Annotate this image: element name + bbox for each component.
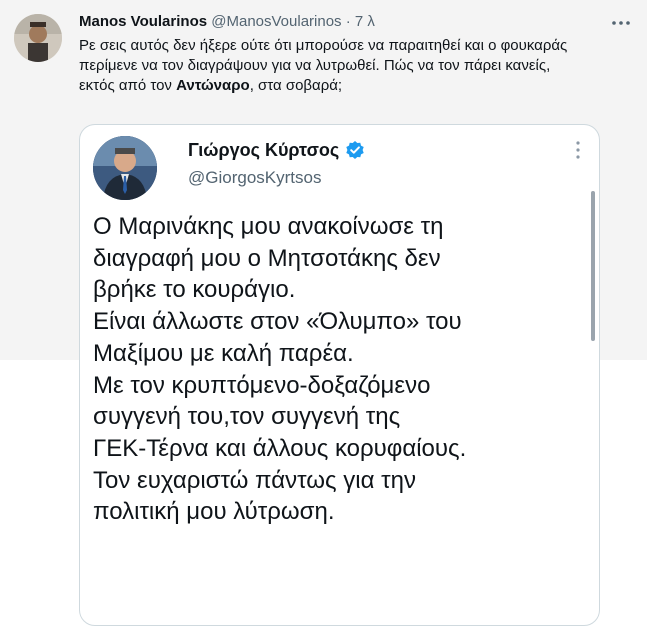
verified-badge-icon	[345, 140, 365, 160]
quoted-text-line: πολιτική μου λύτρωση.	[93, 498, 335, 526]
quoted-text-line: ΓΕΚ-Τέρνα και άλλους κορυφαίους.	[93, 434, 467, 462]
quoted-author-avatar[interactable]	[93, 136, 157, 200]
tweet[interactable]: Manos Voularinos @ManosVoularinos · 7 λ …	[0, 0, 647, 626]
quoted-author-name[interactable]: Γιώργος Κύρτσος	[188, 139, 339, 161]
ellipsis-horizontal-icon[interactable]	[611, 16, 631, 28]
quoted-text-line: Είναι άλλωστε στον «Όλυμπο» του	[93, 308, 462, 336]
tweet-text-line: Ρε σεις αυτός δεν ήξερε ούτε ότι μπορούσ…	[79, 37, 568, 54]
quoted-text-line: βρήκε το κουράγιο.	[93, 276, 296, 304]
tweet-timestamp[interactable]: 7 λ	[355, 13, 375, 30]
vertical-ellipsis-icon[interactable]	[575, 139, 581, 161]
quoted-text-line: Με τον κρυπτόμενο-δοξαζόμενο	[93, 371, 431, 399]
author-handle[interactable]: @ManosVoularinos	[211, 13, 341, 30]
quoted-text-line: διαγραφή μου ο Μητσοτάκης δεν	[93, 244, 441, 272]
quoted-text-line: Τον ευχαριστώ πάντως για την	[93, 466, 416, 494]
tweet-text-line: περίμενε να τον διαγράψουν για να λυτρωθ…	[79, 57, 551, 74]
quoted-text-line: συγγενή του,τον συγγενή της	[93, 403, 401, 431]
quoted-text-line: Μαξίμου με καλή παρέα.	[93, 339, 354, 367]
tweet-text-line: εκτός από τον Αντώναρο, στα σοβαρά;	[79, 76, 639, 96]
tweet-text-segment: εκτός από τον	[79, 77, 177, 94]
quoted-tweet-card[interactable]: Γιώργος Κύρτσος @GiorgosKyrtsos Ο Μαρινά…	[79, 124, 600, 626]
tweet-text-segment: , στα σοβαρά;	[249, 77, 343, 94]
separator-dot: ·	[345, 13, 351, 30]
author-name[interactable]: Manos Voularinos	[79, 13, 207, 30]
quoted-author-handle[interactable]: @GiorgosKyrtsos	[188, 167, 321, 189]
tweet-header: Manos Voularinos @ManosVoularinos · 7 λ	[79, 12, 597, 32]
quoted-tweet-text: Ο Μαρινάκης μου ανακοίνωσε τη διαγραφή μ…	[93, 211, 593, 528]
quoted-author-name-row[interactable]: Γιώργος Κύρτσος	[188, 139, 365, 161]
author-avatar[interactable]	[14, 14, 62, 62]
tweet-text: Ρε σεις αυτός δεν ήξερε ούτε ότι μπορούσ…	[79, 36, 639, 96]
quoted-text-line: Ο Μαρινάκης μου ανακοίνωσε τη	[93, 213, 444, 240]
bold-mention: Αντώναρο	[176, 77, 250, 94]
